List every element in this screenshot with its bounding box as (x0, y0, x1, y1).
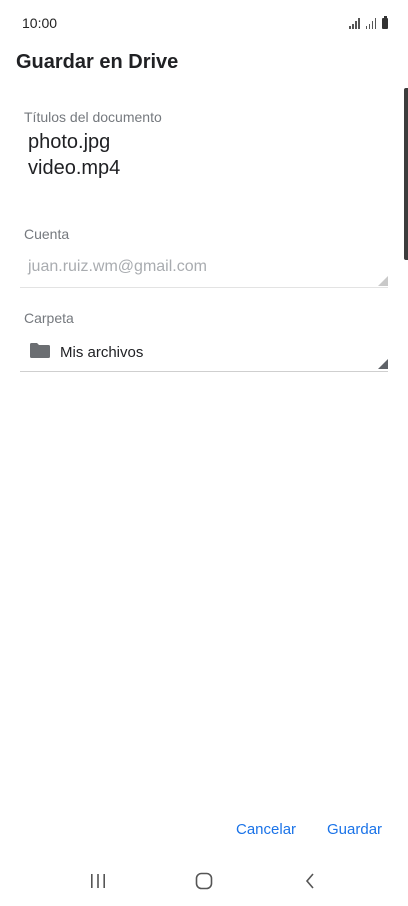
back-icon (305, 873, 314, 889)
document-title-item[interactable]: video.mp4 (28, 157, 120, 180)
dropdown-arrow-icon[interactable] (378, 276, 388, 286)
scroll-indicator[interactable] (404, 88, 408, 260)
document-title-item[interactable]: photo.jpg (28, 131, 110, 154)
status-icons (349, 15, 388, 29)
recents-button[interactable] (78, 868, 118, 894)
status-bar: 10:00 (0, 0, 408, 44)
battery-icon (382, 16, 388, 29)
cancel-button[interactable]: Cancelar (236, 821, 296, 838)
page-title: Guardar en Drive (16, 51, 179, 73)
navigation-bar (0, 858, 408, 906)
account-underline (20, 287, 388, 288)
account-label: Cuenta (24, 226, 70, 242)
recents-icon (91, 874, 105, 888)
back-button[interactable] (290, 868, 330, 894)
dropdown-arrow-icon (378, 359, 388, 369)
folder-icon (30, 343, 50, 358)
status-time: 10:00 (22, 15, 58, 31)
document-titles-label: Títulos del documento (24, 109, 162, 125)
folder-underline (20, 371, 388, 372)
home-button[interactable] (184, 868, 224, 894)
account-select-value[interactable]: juan.ruiz.wm@gmail.com (28, 258, 207, 276)
save-button[interactable]: Guardar (327, 821, 382, 838)
signal-icon (365, 18, 376, 29)
signal-icon (349, 18, 360, 29)
folder-select-value: Mis archivos (60, 344, 144, 361)
folder-label: Carpeta (24, 310, 74, 326)
home-icon (195, 872, 213, 890)
folder-select[interactable]: Mis archivos (20, 334, 388, 372)
